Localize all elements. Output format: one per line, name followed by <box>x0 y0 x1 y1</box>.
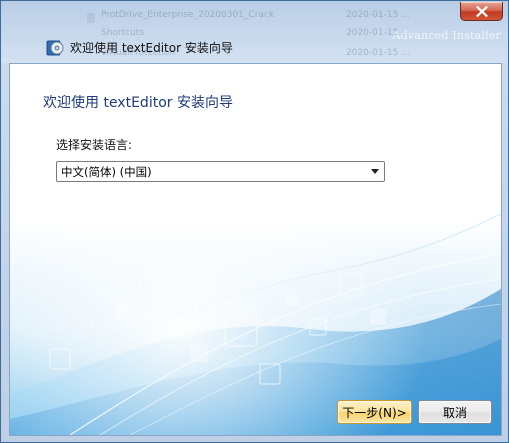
next-button[interactable]: 下一步(N)> <box>337 400 412 424</box>
ghost-text: ProtDrive_Enterprise_20200301_Crack <box>101 10 275 20</box>
language-select[interactable]: 中文(简体) (中国) <box>56 161 385 182</box>
installer-cd-icon <box>46 38 64 56</box>
language-label: 选择安装语言: <box>56 138 133 152</box>
background-wave-art <box>10 64 501 435</box>
cancel-button[interactable]: 取消 <box>418 400 492 424</box>
language-select-value: 中文(简体) (中国) <box>61 165 152 179</box>
wizard-page: 欢迎使用 textEditor 安装向导 选择安装语言: 中文(简体) (中国)… <box>9 63 502 436</box>
chevron-down-icon[interactable] <box>371 169 379 174</box>
close-button[interactable] <box>460 2 503 21</box>
brand-watermark: Advanced Installer <box>392 29 501 42</box>
ghost-folder-icon <box>87 13 95 23</box>
page-heading: 欢迎使用 textEditor 安装向导 <box>43 95 233 111</box>
ghost-text: Shortcuts <box>101 28 145 38</box>
title-bar[interactable]: ProtDrive_Enterprise_20200301_Crack 2020… <box>1 1 508 63</box>
close-icon <box>476 6 488 17</box>
window-title: 欢迎使用 textEditor 安装向导 <box>70 41 233 55</box>
installer-window: ProtDrive_Enterprise_20200301_Crack 2020… <box>0 0 509 443</box>
ghost-text: 2020-01-15 ... <box>346 48 410 58</box>
ghost-text: 2020-01-15 ... <box>346 10 410 20</box>
